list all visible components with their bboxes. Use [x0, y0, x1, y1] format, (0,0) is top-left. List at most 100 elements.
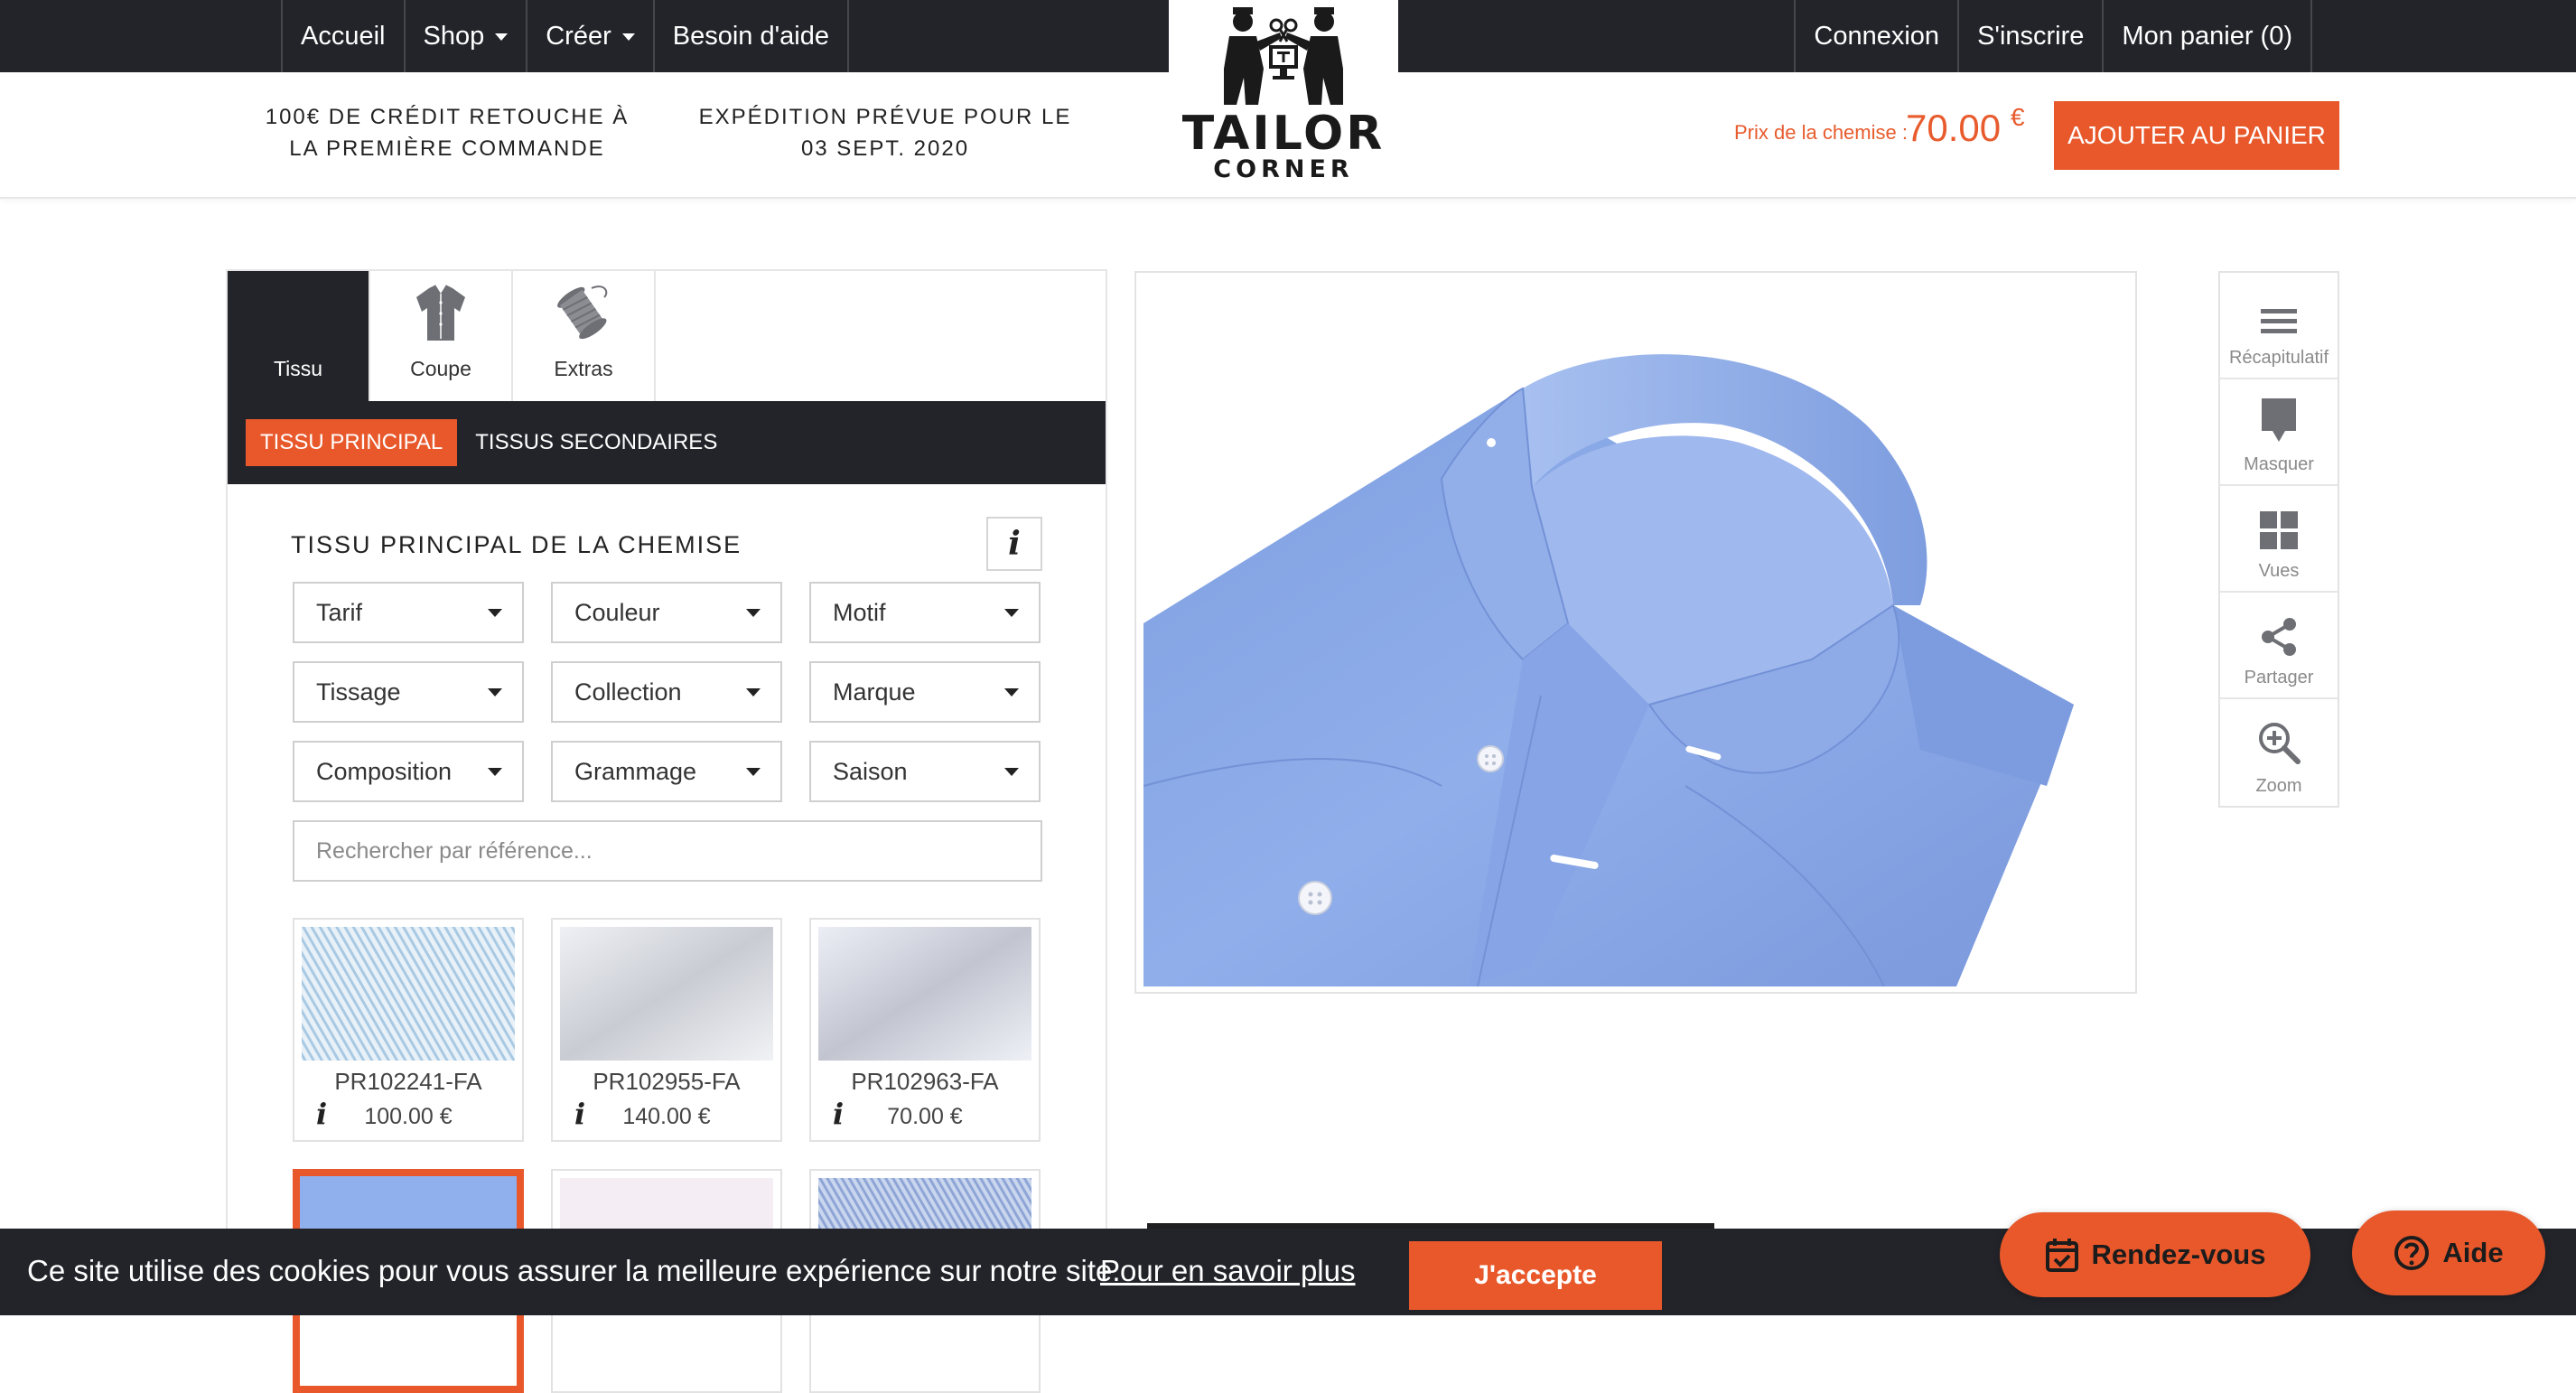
tab-tissu-label: Tissu — [273, 357, 323, 380]
info-icon: i — [1008, 525, 1021, 563]
nav-accueil[interactable]: Accueil — [281, 0, 404, 72]
filter-motif[interactable]: Motif — [809, 582, 1041, 643]
help-label: Aide — [2442, 1237, 2504, 1268]
fabric-swatch-image — [302, 927, 515, 1061]
filter-collection[interactable]: Collection — [551, 661, 782, 723]
zoom-icon — [2259, 723, 2301, 764]
caret-down-icon — [488, 687, 502, 696]
menu-icon — [2261, 309, 2297, 333]
info-button[interactable]: i — [986, 517, 1042, 571]
filter-saison[interactable]: Saison — [809, 741, 1041, 802]
filter-marque[interactable]: Marque — [809, 661, 1041, 723]
caret-down-icon — [488, 608, 502, 617]
nav-besoin-aide[interactable]: Besoin d'aide — [652, 0, 849, 72]
fabric-swatch-image — [818, 927, 1031, 1061]
caret-down-icon — [1004, 687, 1019, 696]
nav-besoin-aide-label: Besoin d'aide — [672, 21, 829, 51]
filter-composition[interactable]: Composition — [293, 741, 524, 802]
promo-credit: 100€ de crédit retouche à la première co… — [265, 105, 630, 161]
view-toolbar: Récapitulatif Masquer Vues Partager Zoom — [2218, 271, 2339, 808]
nav-shop[interactable]: Shop — [403, 0, 527, 72]
fabric-card[interactable]: PR102963-FA i 70.00 € — [809, 918, 1041, 1142]
thread-spool-icon — [557, 285, 608, 340]
caret-down-icon — [1004, 608, 1019, 617]
reference-search — [293, 820, 1042, 882]
caret-down-icon — [1004, 767, 1019, 776]
shirt-preview-image — [1143, 280, 2130, 986]
filter-label: Collection — [574, 678, 682, 706]
grid-icon — [2260, 511, 2298, 549]
fabric-price: 140.00 € — [622, 1104, 711, 1129]
tool-label: Masquer — [2244, 454, 2314, 474]
price-currency: € — [2011, 103, 2025, 131]
nav-shop-label: Shop — [423, 21, 485, 51]
filter-label: Tarif — [316, 598, 363, 626]
tab-extras[interactable]: Extras — [513, 271, 656, 401]
caret-down-icon — [746, 608, 761, 617]
nav-panier[interactable]: Mon panier (0) — [2102, 0, 2312, 72]
add-to-cart-button[interactable]: Ajouter au panier — [2054, 101, 2339, 170]
nav-creer[interactable]: Créer — [526, 0, 653, 72]
calendar-icon — [2045, 1239, 2078, 1272]
tool-zoom[interactable]: Zoom — [2220, 699, 2338, 806]
share-icon — [2262, 618, 2296, 656]
filter-tissage[interactable]: Tissage — [293, 661, 524, 723]
cookie-accept-button[interactable]: J'accepte — [1409, 1241, 1662, 1310]
tab-coupe[interactable]: Coupe — [370, 271, 513, 401]
nav-inscrire-label: S'inscrire — [1977, 21, 2085, 51]
filter-tarif[interactable]: Tarif — [293, 582, 524, 643]
question-circle-icon — [2394, 1236, 2430, 1270]
chevron-down-icon — [495, 33, 509, 41]
fabric-price: 70.00 € — [887, 1104, 963, 1129]
appointment-button[interactable]: Rendez-vous — [2000, 1212, 2310, 1297]
logo-wordmark: TAILOR — [1181, 107, 1386, 161]
fabric-price: 100.00 € — [364, 1104, 453, 1129]
subtab-tissus-secondaires[interactable]: Tissus secondaires — [461, 419, 732, 466]
fabric-ref: PR102963-FA — [851, 1068, 999, 1095]
filter-label: Saison — [833, 757, 908, 785]
fabric-swatch-image — [560, 927, 773, 1061]
promo-shipping: Expédition prévue pour le 03 sept. 2020 — [698, 105, 1072, 161]
tool-recapitulatif[interactable]: Récapitulatif — [2220, 273, 2338, 379]
filter-label: Motif — [833, 598, 886, 626]
customizer-panel: Tissu Coupe Extras TISSU PRINCIPAL TISSU… — [226, 269, 1107, 1393]
cookie-message: Ce site utilise des cookies pour vous as… — [27, 1254, 1121, 1287]
shirt-icon — [416, 284, 465, 341]
fabric-card[interactable]: PR102241-FA i 100.00 € — [293, 918, 524, 1142]
fabric-grid: PR102241-FA i 100.00 € PR102955-FA i 140… — [293, 918, 1042, 1393]
tool-vues[interactable]: Vues — [2220, 486, 2338, 593]
chevron-down-icon — [621, 33, 635, 41]
fabric-card[interactable]: PR102955-FA i 140.00 € — [551, 918, 782, 1142]
tool-masquer[interactable]: Masquer — [2220, 379, 2338, 486]
tab-tissu[interactable]: Tissu — [228, 271, 370, 401]
shirt-preview — [1134, 271, 2137, 994]
customizer-tabs: Tissu Coupe Extras — [228, 271, 1106, 401]
help-button[interactable]: Aide — [2352, 1211, 2545, 1295]
tool-label: Récapitulatif — [2228, 348, 2329, 368]
cookie-learn-more-link[interactable]: Pour en savoir plus — [1100, 1254, 1355, 1288]
nav-creer-label: Créer — [546, 21, 611, 51]
tool-label: Partager — [2244, 668, 2314, 687]
tool-partager[interactable]: Partager — [2220, 593, 2338, 699]
price-value: 70.00 — [1906, 107, 2002, 149]
filter-grammage[interactable]: Grammage — [551, 741, 782, 802]
appointment-label: Rendez-vous — [2091, 1239, 2266, 1270]
caret-down-icon — [746, 687, 761, 696]
reference-search-input[interactable] — [316, 837, 1041, 865]
filter-couleur[interactable]: Couleur — [551, 582, 782, 643]
filter-label: Marque — [833, 678, 916, 706]
nav-connexion-label: Connexion — [1814, 21, 1940, 51]
nav-connexion[interactable]: Connexion — [1794, 0, 1957, 72]
brand-logo[interactable]: TAILOR CORNER — [1169, 0, 1398, 197]
tailors-logo-icon — [1224, 7, 1343, 105]
fabric-ref: PR102241-FA — [334, 1068, 482, 1095]
fabric-subtabs: Tissu principal Tissus secondaires — [228, 401, 1106, 484]
comment-icon — [2262, 398, 2296, 442]
subtab-tissu-principal[interactable]: Tissu principal — [246, 419, 458, 466]
logo-wordmark-sub: CORNER — [1213, 155, 1354, 183]
tool-label: Zoom — [2255, 776, 2302, 796]
nav-inscrire[interactable]: S'inscrire — [1957, 0, 2102, 72]
filter-label: Couleur — [574, 598, 660, 626]
account-nav: Connexion S'inscrire Mon panier (0) — [1794, 0, 2312, 72]
price-label: Prix de la chemise : — [1734, 121, 1908, 144]
